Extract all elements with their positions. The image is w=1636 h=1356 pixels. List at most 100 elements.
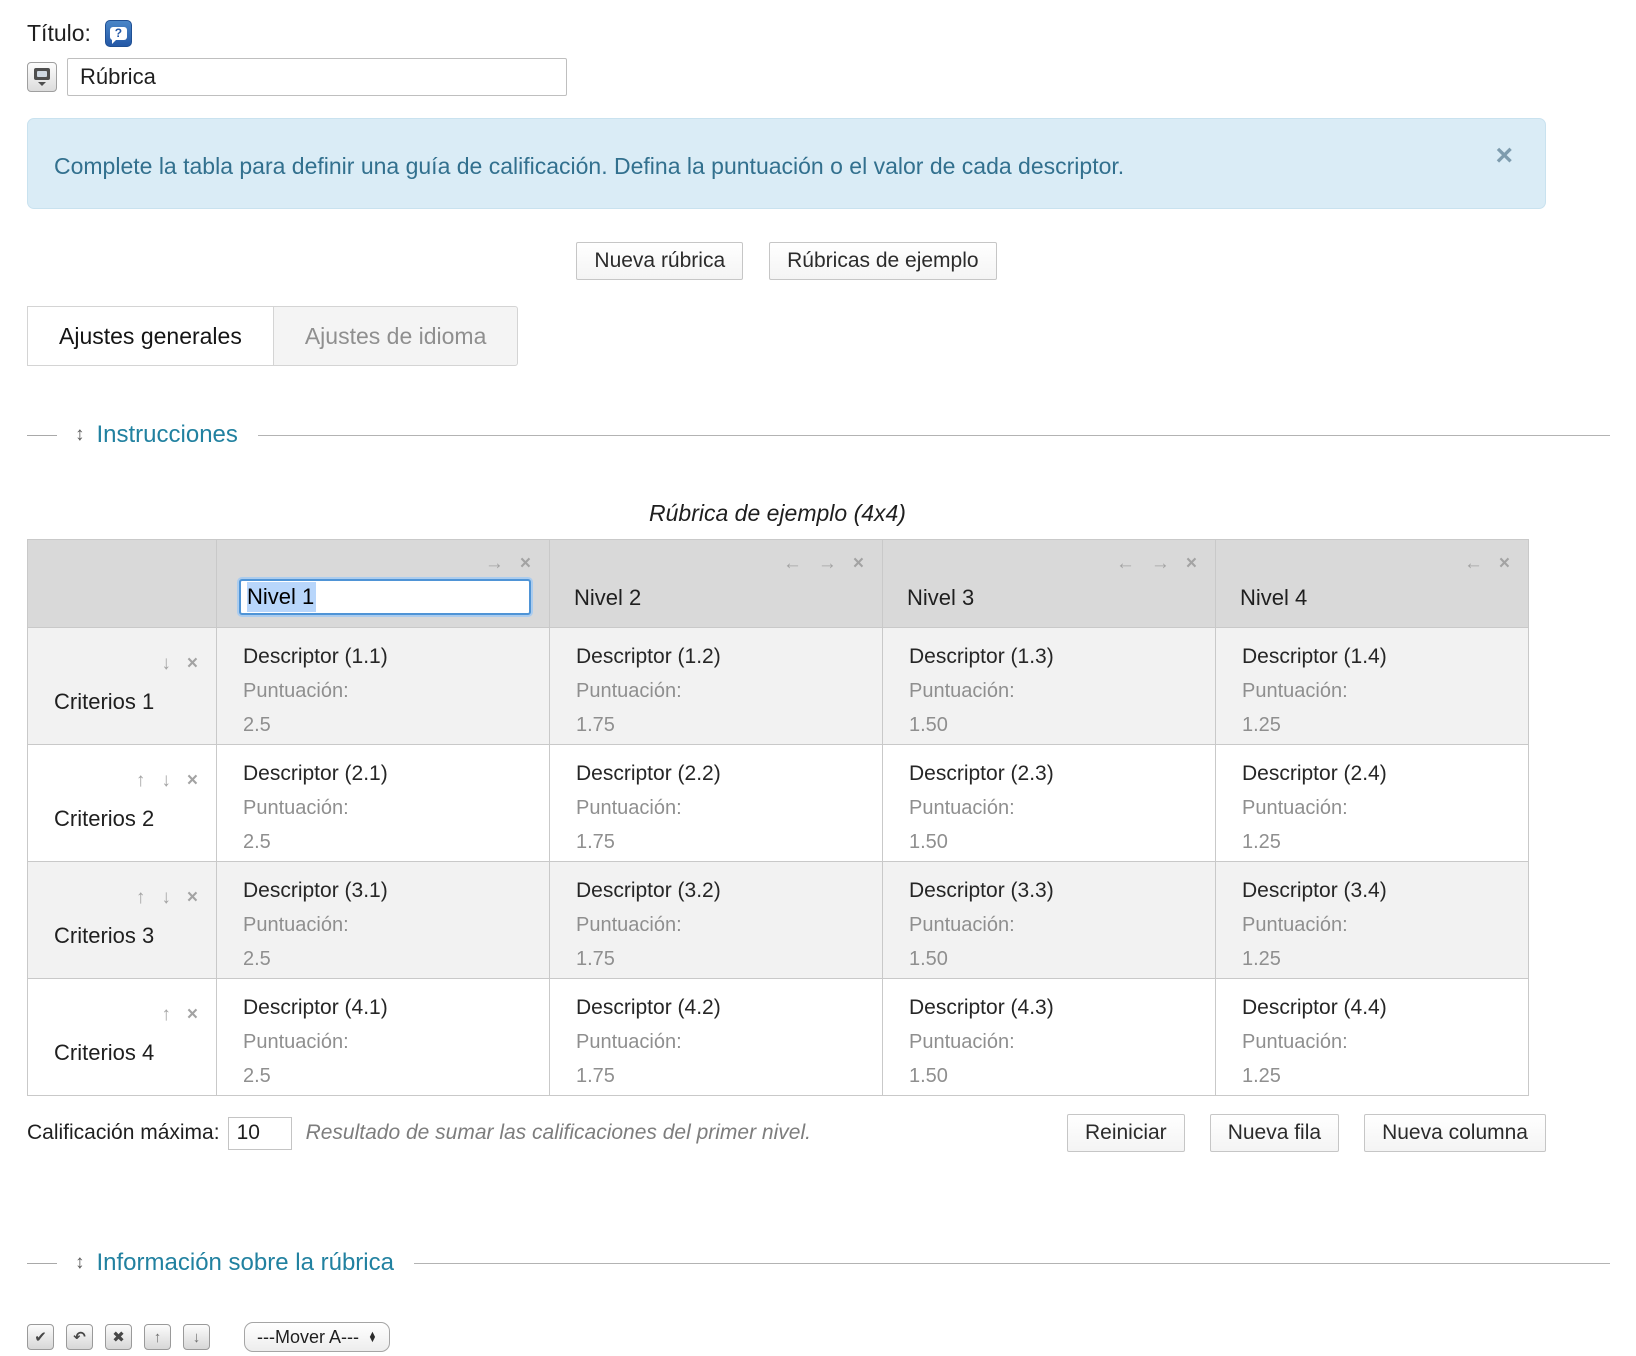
score-value[interactable]: 1.25 — [1242, 1065, 1518, 1088]
level-1-name-input[interactable]: Nivel 1 — [239, 579, 531, 615]
tab-language-settings[interactable]: Ajustes de idioma — [273, 306, 519, 366]
move-row-down-icon[interactable]: ↓ — [161, 888, 171, 907]
rubric-title-input[interactable] — [67, 58, 567, 96]
descriptor-cell-4-2[interactable]: Descriptor (4.2) Puntuación: 1.75 — [550, 979, 883, 1096]
descriptor-cell-4-4[interactable]: Descriptor (4.4) Puntuación: 1.25 — [1216, 979, 1529, 1096]
descriptor-text[interactable]: Descriptor (1.2) — [576, 645, 872, 669]
rubric-caption: Rúbrica de ejemplo (4x4) — [27, 500, 1528, 527]
new-row-button[interactable]: Nueva fila — [1210, 1114, 1339, 1152]
descriptor-cell-4-3[interactable]: Descriptor (4.3) Puntuación: 1.50 — [883, 979, 1216, 1096]
score-value[interactable]: 1.50 — [909, 948, 1205, 971]
move-row-up-icon[interactable]: ↑ — [161, 1005, 171, 1024]
move-column-right-icon[interactable]: → — [818, 554, 837, 573]
delete-column-icon[interactable]: × — [520, 554, 531, 573]
max-grade-input[interactable] — [228, 1117, 292, 1150]
descriptor-cell-3-2[interactable]: Descriptor (3.2) Puntuación: 1.75 — [550, 862, 883, 979]
descriptor-text[interactable]: Descriptor (3.2) — [576, 879, 872, 903]
score-value[interactable]: 1.75 — [576, 831, 872, 854]
score-value[interactable]: 1.25 — [1242, 714, 1518, 737]
banner-close-icon[interactable]: × — [1495, 141, 1513, 171]
score-value[interactable]: 1.50 — [909, 1065, 1205, 1088]
undo-button[interactable]: ↶ — [66, 1324, 93, 1350]
delete-column-icon[interactable]: × — [1499, 554, 1510, 573]
level-label[interactable]: Nivel 4 — [1216, 573, 1528, 611]
collapse-resize-icon[interactable]: ↕ — [75, 424, 85, 446]
move-row-down-icon[interactable]: ↓ — [161, 771, 171, 790]
descriptor-cell-1-4[interactable]: Descriptor (1.4) Puntuación: 1.25 — [1216, 628, 1529, 745]
level-label[interactable]: Nivel 2 — [550, 573, 882, 611]
score-value[interactable]: 2.5 — [243, 831, 539, 854]
criterion-label[interactable]: Criterios 2 — [28, 790, 216, 832]
delete-row-icon[interactable]: × — [187, 1005, 198, 1024]
descriptor-text[interactable]: Descriptor (1.4) — [1242, 645, 1518, 669]
reset-button[interactable]: Reiniciar — [1067, 1114, 1185, 1152]
descriptor-text[interactable]: Descriptor (2.2) — [576, 762, 872, 786]
descriptor-text[interactable]: Descriptor (3.1) — [243, 879, 539, 903]
score-value[interactable]: 1.25 — [1242, 948, 1518, 971]
score-value[interactable]: 1.75 — [576, 714, 872, 737]
score-value[interactable]: 1.50 — [909, 831, 1205, 854]
score-value[interactable]: 1.50 — [909, 714, 1205, 737]
move-row-up-icon[interactable]: ↑ — [136, 771, 146, 790]
descriptor-cell-4-1[interactable]: Descriptor (4.1) Puntuación: 2.5 — [217, 979, 550, 1096]
descriptor-cell-1-3[interactable]: Descriptor (1.3) Puntuación: 1.50 — [883, 628, 1216, 745]
delete-column-icon[interactable]: × — [1186, 554, 1197, 573]
collapse-resize-icon[interactable]: ↕ — [75, 1252, 85, 1274]
criterion-label[interactable]: Criterios 1 — [28, 673, 216, 715]
score-label: Puntuación: — [1242, 914, 1518, 937]
score-value[interactable]: 2.5 — [243, 948, 539, 971]
criterion-label[interactable]: Criterios 4 — [28, 1024, 216, 1066]
descriptor-text[interactable]: Descriptor (3.3) — [909, 879, 1205, 903]
move-row-up-icon[interactable]: ↑ — [136, 888, 146, 907]
help-icon[interactable]: ? — [105, 20, 132, 47]
descriptor-cell-2-1[interactable]: Descriptor (2.1) Puntuación: 2.5 — [217, 745, 550, 862]
descriptor-cell-3-4[interactable]: Descriptor (3.4) Puntuación: 1.25 — [1216, 862, 1529, 979]
delete-row-icon[interactable]: × — [187, 771, 198, 790]
delete-row-icon[interactable]: × — [187, 654, 198, 673]
example-rubrics-button[interactable]: Rúbricas de ejemplo — [769, 242, 996, 280]
score-value[interactable]: 1.25 — [1242, 831, 1518, 854]
descriptor-text[interactable]: Descriptor (4.3) — [909, 996, 1205, 1020]
select-check-button[interactable]: ✔ — [27, 1324, 54, 1350]
score-value[interactable]: 2.5 — [243, 714, 539, 737]
move-column-left-icon[interactable]: ← — [783, 554, 802, 573]
descriptor-cell-2-4[interactable]: Descriptor (2.4) Puntuación: 1.25 — [1216, 745, 1529, 862]
section-title-rubric-info[interactable]: Información sobre la rúbrica — [97, 1249, 394, 1277]
delete-column-icon[interactable]: × — [853, 554, 864, 573]
delete-row-icon[interactable]: × — [187, 888, 198, 907]
move-column-right-icon[interactable]: → — [485, 554, 504, 573]
criterion-label[interactable]: Criterios 3 — [28, 907, 216, 949]
section-title-instructions[interactable]: Instrucciones — [97, 421, 238, 449]
descriptor-cell-1-1[interactable]: Descriptor (1.1) Puntuación: 2.5 — [217, 628, 550, 745]
descriptor-text[interactable]: Descriptor (2.4) — [1242, 762, 1518, 786]
move-down-button[interactable]: ↓ — [183, 1324, 210, 1350]
score-value[interactable]: 2.5 — [243, 1065, 539, 1088]
descriptor-cell-3-1[interactable]: Descriptor (3.1) Puntuación: 2.5 — [217, 862, 550, 979]
move-column-left-icon[interactable]: ← — [1116, 554, 1135, 573]
level-label[interactable]: Nivel 3 — [883, 573, 1215, 611]
move-column-left-icon[interactable]: ← — [1464, 554, 1483, 573]
descriptor-text[interactable]: Descriptor (1.3) — [909, 645, 1205, 669]
score-value[interactable]: 1.75 — [576, 948, 872, 971]
descriptor-text[interactable]: Descriptor (4.4) — [1242, 996, 1518, 1020]
tab-general-settings[interactable]: Ajustes generales — [27, 306, 273, 366]
descriptor-text[interactable]: Descriptor (4.1) — [243, 996, 539, 1020]
descriptor-cell-3-3[interactable]: Descriptor (3.3) Puntuación: 1.50 — [883, 862, 1216, 979]
descriptor-text[interactable]: Descriptor (4.2) — [576, 996, 872, 1020]
move-up-button[interactable]: ↑ — [144, 1324, 171, 1350]
editor-toggle-icon[interactable] — [27, 62, 57, 92]
descriptor-text[interactable]: Descriptor (1.1) — [243, 645, 539, 669]
descriptor-text[interactable]: Descriptor (2.1) — [243, 762, 539, 786]
new-column-button[interactable]: Nueva columna — [1364, 1114, 1546, 1152]
descriptor-cell-2-2[interactable]: Descriptor (2.2) Puntuación: 1.75 — [550, 745, 883, 862]
score-value[interactable]: 1.75 — [576, 1065, 872, 1088]
new-rubric-button[interactable]: Nueva rúbrica — [576, 242, 743, 280]
descriptor-cell-1-2[interactable]: Descriptor (1.2) Puntuación: 1.75 — [550, 628, 883, 745]
descriptor-text[interactable]: Descriptor (3.4) — [1242, 879, 1518, 903]
move-to-select[interactable]: ---Mover A--- ▲▼ — [244, 1322, 390, 1352]
move-row-down-icon[interactable]: ↓ — [161, 654, 171, 673]
move-column-right-icon[interactable]: → — [1151, 554, 1170, 573]
descriptor-cell-2-3[interactable]: Descriptor (2.3) Puntuación: 1.50 — [883, 745, 1216, 862]
delete-button[interactable]: ✖ — [105, 1324, 132, 1350]
descriptor-text[interactable]: Descriptor (2.3) — [909, 762, 1205, 786]
